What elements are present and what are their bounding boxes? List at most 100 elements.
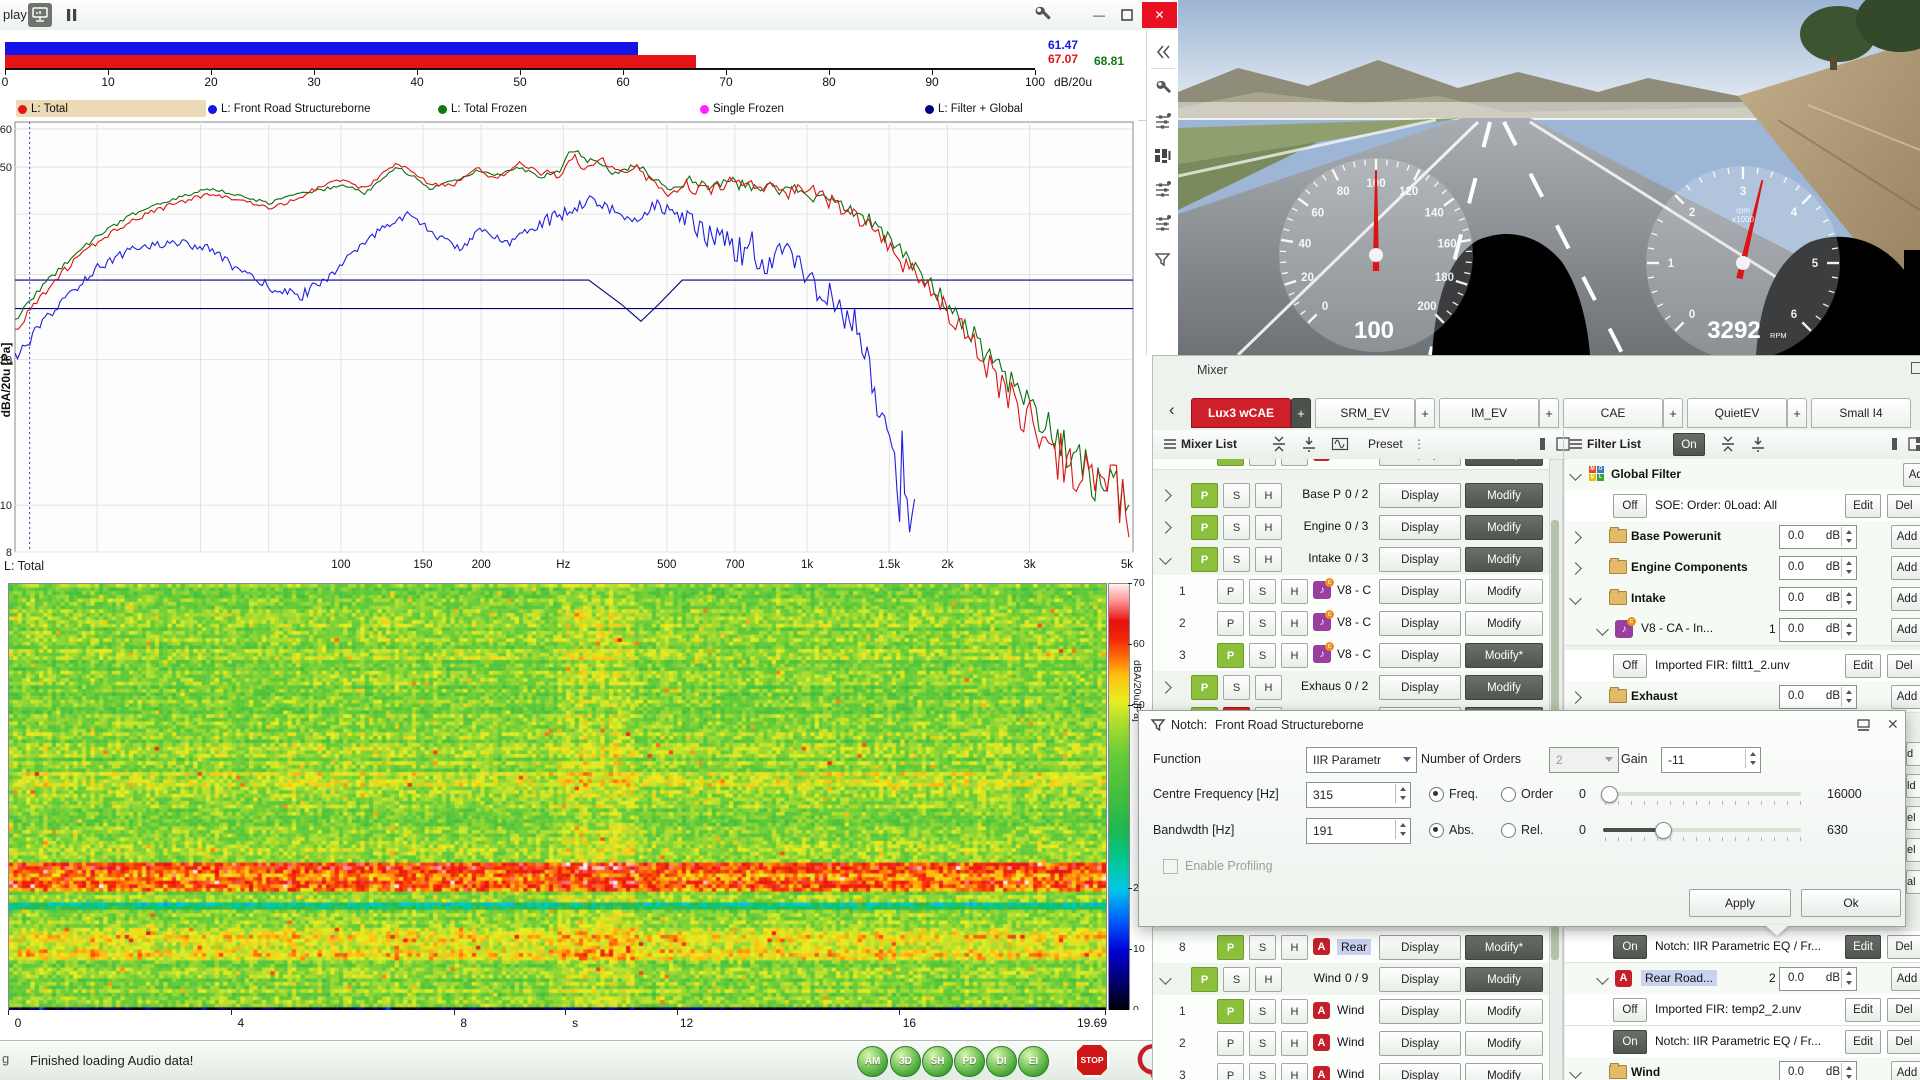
filter-on-toggle[interactable]: On — [1673, 433, 1705, 456]
filter-row-exhaust[interactable]: Exhaust 0.0 dB Add — [1565, 680, 1920, 713]
modify-button[interactable]: Modify — [1465, 547, 1543, 572]
display-button[interactable]: Display — [1379, 967, 1461, 992]
mixer-row-V8 - C-4[interactable]: 1 P S H ♪ c V8 - C Display Modify — [1153, 575, 1563, 608]
filter-row-global-filter[interactable]: MOEL Global Filter Add — [1565, 459, 1920, 491]
wrench-icon[interactable] — [1153, 78, 1173, 98]
display-button[interactable]: Display — [1379, 643, 1461, 668]
add-button[interactable]: Add — [1891, 618, 1920, 642]
tab-add-button[interactable]: + — [1539, 398, 1559, 428]
row-chevron-down-icon[interactable] — [1159, 552, 1172, 565]
filter-row-base-powerunit[interactable]: Base Powerunit 0.0 dB Add — [1565, 521, 1920, 553]
p-button[interactable]: P — [1217, 579, 1244, 604]
modify-button[interactable]: Modify* — [1465, 935, 1543, 960]
p-button[interactable]: P — [1191, 967, 1218, 992]
display-button[interactable]: Display — [1379, 1031, 1461, 1056]
mixer-row-Wind-13[interactable]: 3 P S H A Wind Display Modify — [1153, 1059, 1563, 1080]
edit-button[interactable]: Edit — [1845, 653, 1881, 678]
settings-tools-button[interactable] — [1032, 3, 1056, 27]
filter-collapse-all-icon[interactable] — [1719, 435, 1737, 453]
filter-chevron-down-icon[interactable] — [1596, 623, 1609, 636]
gain-box[interactable]: 0.0 dB — [1779, 587, 1857, 611]
p-button[interactable]: P — [1191, 515, 1218, 540]
mixer-row-Wind-10[interactable]: P S H Wind 0 / 9 Display Modify — [1153, 963, 1563, 996]
legend-item[interactable]: L: Front Road Structureborne — [208, 101, 371, 117]
s-button[interactable]: S — [1223, 483, 1250, 508]
h-button[interactable]: H — [1281, 643, 1308, 668]
filter-row-imported-fir-filtt1-2-unv[interactable]: Off Imported FIR: filtt1_2.unv Edit Del — [1565, 649, 1920, 682]
tab-add-button[interactable]: + — [1415, 398, 1435, 428]
del-button[interactable]: Del — [1887, 653, 1920, 678]
ok-button[interactable]: Ok — [1801, 889, 1901, 917]
filter-row-imported-fir-temp2-2-unv[interactable]: Off Imported FIR: temp2_2.unv Edit Del — [1565, 994, 1920, 1026]
s-button[interactable]: S — [1249, 935, 1276, 960]
status-button-sh[interactable]: SH — [922, 1046, 953, 1077]
row-chevron-down-icon[interactable] — [1159, 972, 1172, 985]
gain-input[interactable]: -11 — [1661, 747, 1761, 773]
enable-profiling-checkbox[interactable] — [1163, 859, 1178, 874]
s-button[interactable]: S — [1249, 643, 1276, 668]
dock-grid-icon[interactable] — [1915, 435, 1920, 453]
filter-row-v8-ca-in-[interactable]: ♪ c V8 - CA - In... 1 0.0 dB Add — [1565, 614, 1920, 646]
legend-item[interactable]: L: Total Frozen — [438, 101, 527, 117]
filter-chevron-right-icon[interactable] — [1569, 562, 1582, 575]
preset-drag-dots[interactable]: ⋮ — [1413, 437, 1425, 451]
modify-button[interactable]: Modify — [1465, 611, 1543, 636]
display-button[interactable]: Display — [1379, 1063, 1461, 1080]
tab-small-i4[interactable]: Small I4 — [1811, 398, 1911, 428]
row-chevron-right-icon[interactable] — [1159, 521, 1172, 534]
display-button[interactable]: Display — [1379, 483, 1461, 508]
cf-slider-track[interactable] — [1603, 792, 1801, 796]
modify-button[interactable]: Modify — [1465, 459, 1543, 466]
filter-row-wind[interactable]: Wind 0.0 dB Add — [1565, 1057, 1920, 1080]
mixer-row-Wind-11[interactable]: 1 P S H A Wind Display Modify — [1153, 995, 1563, 1028]
eq-sliders-2-icon[interactable] — [1153, 180, 1173, 200]
add-button[interactable]: Add — [1903, 463, 1920, 487]
h-button[interactable]: H — [1281, 999, 1308, 1024]
close-button[interactable]: ✕ — [1142, 2, 1177, 28]
status-button-am[interactable]: AM — [857, 1046, 888, 1077]
gain-spinner[interactable] — [1841, 968, 1855, 988]
filter-row-rear-road-[interactable]: A Rear Road... 2 0.0 dB Add — [1565, 962, 1920, 995]
tab-im-ev[interactable]: IM_EV — [1439, 398, 1539, 428]
s-button[interactable]: S — [1249, 611, 1276, 636]
display-button[interactable]: Display — [1379, 999, 1461, 1024]
tab-quietev[interactable]: QuietEV — [1687, 398, 1787, 428]
filter-chevron-right-icon[interactable] — [1569, 531, 1582, 544]
display-monitor-button[interactable] — [28, 3, 52, 27]
filter-row-notch-iir-parametric-eq-fr-[interactable]: On Notch: IIR Parametric EQ / Fr... Edit De… — [1565, 931, 1920, 963]
rel-radio[interactable] — [1501, 823, 1516, 838]
filter-chevron-down-icon[interactable] — [1569, 592, 1582, 605]
display-button[interactable]: Display — [1379, 579, 1461, 604]
modify-button[interactable]: Modify — [1465, 579, 1543, 604]
order-radio[interactable] — [1501, 787, 1516, 802]
tab-back-arrow[interactable]: ‹ — [1169, 400, 1175, 420]
add-button[interactable]: Add — [1891, 525, 1920, 549]
s-button[interactable]: S — [1223, 515, 1250, 540]
h-button[interactable]: H — [1281, 935, 1308, 960]
gain-box[interactable]: 0.0 dB — [1779, 684, 1857, 709]
s-button[interactable]: S — [1249, 459, 1276, 466]
mixer-row-Engine-2[interactable]: P S H Engine 0 / 3 Display Modify — [1153, 511, 1563, 544]
p-button[interactable]: P — [1191, 547, 1218, 572]
s-button[interactable]: S — [1223, 675, 1250, 700]
mixer-console-icon[interactable] — [1153, 146, 1173, 166]
filter-chevron-right-icon[interactable] — [1569, 691, 1582, 704]
maximize-button[interactable] — [1114, 2, 1140, 28]
del-button[interactable]: Del — [1887, 494, 1920, 518]
gain-spinner[interactable] — [1841, 589, 1855, 608]
gain-box[interactable]: 0.0 dB — [1779, 525, 1857, 549]
row-chevron-right-icon[interactable] — [1159, 489, 1172, 502]
s-button[interactable]: S — [1249, 579, 1276, 604]
gain-spinner[interactable] — [1841, 558, 1855, 577]
filter-list-menu-icon[interactable] — [1567, 435, 1585, 453]
tab-cae[interactable]: CAE — [1563, 398, 1663, 428]
p-button[interactable]: P — [1191, 483, 1218, 508]
s-button[interactable]: S — [1223, 967, 1250, 992]
panel-restore-icon[interactable] — [1911, 362, 1920, 374]
filter-export-icon[interactable] — [1749, 435, 1767, 453]
edit-button[interactable]: Edit — [1845, 935, 1881, 959]
modify-button[interactable]: Modify — [1465, 1063, 1543, 1080]
panel-narrow-icon[interactable] — [1534, 435, 1552, 453]
function-select[interactable]: IIR Parametr — [1306, 747, 1417, 773]
tab-lux3-wcae[interactable]: Lux3 wCAE — [1191, 398, 1291, 428]
